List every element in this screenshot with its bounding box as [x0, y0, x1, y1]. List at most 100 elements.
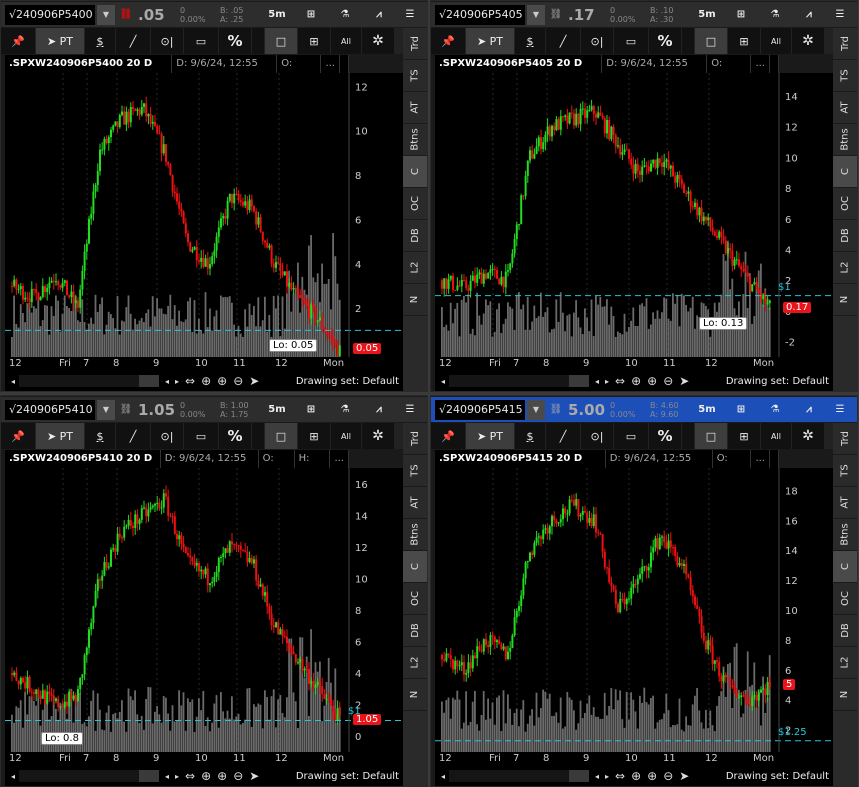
cursor-icon[interactable]: ➤ [679, 374, 689, 388]
step-left-icon[interactable]: ◂ [595, 377, 599, 386]
side-tab-at[interactable]: AT [403, 487, 427, 519]
cursor-icon[interactable]: ➤ [679, 769, 689, 783]
trendline-icon[interactable]: ╱ [116, 28, 150, 54]
symbol-input[interactable]: √240906P5405 [435, 4, 525, 25]
percent-button[interactable]: % [649, 423, 681, 449]
side-tab-c[interactable]: C [833, 551, 857, 583]
expand-horizontal-icon[interactable]: ⇔ [615, 769, 625, 783]
chart-type-icon[interactable]: ⊞ [728, 404, 754, 415]
price-level-icon[interactable]: $ [85, 28, 115, 54]
horizontal-scrollbar[interactable] [19, 375, 160, 387]
zoom-out-icon[interactable]: ⊖ [663, 769, 673, 783]
zoom-in-icon[interactable]: ⊕ [647, 769, 657, 783]
price-level-icon[interactable]: $ [85, 423, 115, 449]
pointer-tool-button[interactable]: ➤ PT [36, 423, 84, 449]
side-tab-db[interactable]: DB [403, 220, 427, 252]
grid-icon[interactable]: ⊞ [728, 423, 760, 449]
all-button[interactable]: All [331, 423, 361, 449]
symbol-dropdown-button[interactable]: ▼ [97, 4, 115, 25]
pin-icon[interactable]: 📌 [431, 28, 465, 54]
fibonacci-icon[interactable]: ⊙| [151, 28, 183, 54]
step-right-icon[interactable]: ▸ [175, 377, 179, 386]
chart-type-icon[interactable]: ⊞ [728, 9, 754, 20]
price-chart[interactable]: 2 4 6 8 10 12 14 16 18 $1.25 5 [435, 468, 833, 752]
side-tab-n[interactable]: N [403, 284, 427, 316]
scrollbar-thumb[interactable] [569, 770, 590, 782]
side-tab-oc[interactable]: OC [833, 188, 857, 220]
link-icon[interactable]: ⛓ [118, 404, 134, 415]
all-button[interactable]: All [761, 423, 791, 449]
symbol-input[interactable]: √240906P5415 [435, 399, 525, 420]
price-chart[interactable]: 0 2 4 6 8 10 12 14 16 $1 1.05 Lo: 0.8 [5, 468, 403, 752]
drawing-set-selector[interactable]: Drawing set: Default [296, 771, 399, 782]
side-tab-trd[interactable]: Trd [833, 423, 857, 455]
horizontal-scrollbar[interactable] [449, 770, 590, 782]
scroll-left-icon[interactable]: ◂ [441, 772, 445, 781]
chart-svg[interactable]: 0246810121416 [5, 468, 403, 752]
side-tab-ts[interactable]: TS [833, 60, 857, 92]
side-tab-l2[interactable]: L2 [833, 647, 857, 679]
chart-svg[interactable]: -202468101214 [435, 73, 833, 357]
price-level-icon[interactable]: $ [515, 423, 545, 449]
expand-horizontal-icon[interactable]: ⇔ [185, 374, 195, 388]
side-tab-ts[interactable]: TS [403, 455, 427, 487]
zoom-in-icon[interactable]: ⊕ [217, 374, 227, 388]
side-tab-oc[interactable]: OC [833, 583, 857, 615]
chart-type-icon[interactable]: ⊞ [298, 9, 324, 20]
side-tab-db[interactable]: DB [403, 615, 427, 647]
gear-icon[interactable]: ✲ [362, 423, 394, 449]
drawing-set-selector[interactable]: Drawing set: Default [726, 771, 829, 782]
pointer-tool-button[interactable]: ➤ PT [36, 28, 84, 54]
side-tab-ts[interactable]: TS [403, 60, 427, 92]
interval-button[interactable]: 5m [264, 404, 290, 415]
price-level-icon[interactable]: $ [515, 28, 545, 54]
side-tab-trd[interactable]: Trd [403, 28, 427, 60]
trendline-icon[interactable]: ╱ [116, 423, 150, 449]
symbol-input[interactable]: √240906P5400 [5, 4, 95, 25]
pointer-tool-button[interactable]: ➤ PT [466, 28, 514, 54]
crosshair-icon[interactable]: ⊕ [631, 769, 641, 783]
scrollbar-thumb[interactable] [569, 375, 590, 387]
cursor-icon[interactable]: ➤ [249, 769, 259, 783]
all-button[interactable]: All [331, 28, 361, 54]
drawing-set-selector[interactable]: Drawing set: Default [726, 376, 829, 387]
side-tab-c[interactable]: C [403, 551, 427, 583]
menu-list-icon[interactable]: ☰ [827, 9, 853, 20]
side-tab-btns[interactable]: Btns [833, 124, 857, 156]
side-tab-c[interactable]: C [833, 156, 857, 188]
step-left-icon[interactable]: ◂ [165, 772, 169, 781]
price-chart[interactable]: 2 4 6 8 10 12 0.05 Lo: 0.05 [5, 73, 403, 358]
rectangle-icon[interactable]: ▭ [614, 423, 648, 449]
side-tab-btns[interactable]: Btns [403, 124, 427, 156]
scroll-left-icon[interactable]: ◂ [441, 377, 445, 386]
expand-horizontal-icon[interactable]: ⇔ [185, 769, 195, 783]
all-button[interactable]: All [761, 28, 791, 54]
trendline-icon[interactable]: ╱ [546, 423, 580, 449]
rectangle-icon[interactable]: ▭ [184, 423, 218, 449]
horizontal-scrollbar[interactable] [19, 770, 160, 782]
side-tab-ts[interactable]: TS [833, 455, 857, 487]
step-left-icon[interactable]: ◂ [595, 772, 599, 781]
chart-svg[interactable]: 2 4 6 8 10 12 [5, 73, 403, 358]
step-right-icon[interactable]: ▸ [605, 377, 609, 386]
menu-list-icon[interactable]: ☰ [397, 404, 423, 415]
chart-svg[interactable]: 24681012141618 [435, 468, 833, 752]
symbol-dropdown-button[interactable]: ▼ [527, 4, 545, 25]
scroll-left-icon[interactable]: ◂ [11, 377, 15, 386]
trendline-icon[interactable]: ╱ [546, 28, 580, 54]
menu-list-icon[interactable]: ☰ [397, 9, 423, 20]
interval-button[interactable]: 5m [694, 9, 720, 20]
zoom-in-icon[interactable]: ⊕ [647, 374, 657, 388]
drawing-set-selector[interactable]: Drawing set: Default [296, 376, 399, 387]
side-tab-l2[interactable]: L2 [403, 252, 427, 284]
pin-icon[interactable]: 📌 [431, 423, 465, 449]
symbol-dropdown-button[interactable]: ▼ [527, 399, 545, 420]
scrollbar-thumb[interactable] [139, 375, 160, 387]
side-tab-trd[interactable]: Trd [403, 423, 427, 455]
percent-button[interactable]: % [219, 423, 251, 449]
side-tab-oc[interactable]: OC [403, 583, 427, 615]
fibonacci-icon[interactable]: ⊙| [151, 423, 183, 449]
expand-horizontal-icon[interactable]: ⇔ [615, 374, 625, 388]
step-left-icon[interactable]: ◂ [165, 377, 169, 386]
side-tab-db[interactable]: DB [833, 615, 857, 647]
